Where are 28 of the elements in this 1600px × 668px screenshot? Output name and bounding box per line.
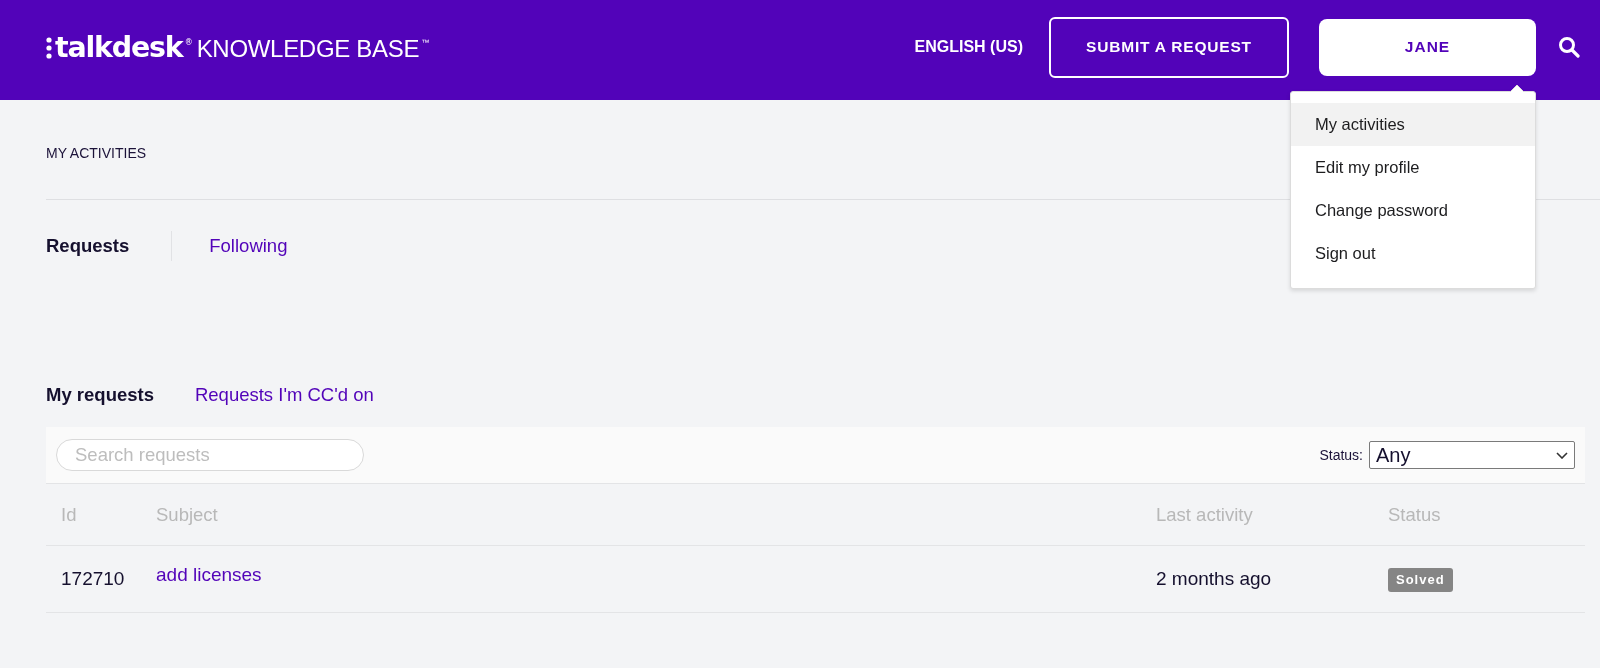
status-filter-label: Status: [1319, 447, 1363, 463]
column-header: Status [1388, 503, 1441, 526]
table-cell: 172710 [61, 568, 125, 590]
user-menu-button[interactable]: JANE [1319, 18, 1536, 76]
menu-item[interactable]: Sign out [1291, 231, 1535, 275]
section-tab[interactable]: Following [209, 235, 288, 257]
status-select[interactable]: Any [1369, 441, 1575, 469]
menu-item[interactable]: My activities [1291, 102, 1535, 146]
logo-dots-icon [46, 37, 52, 59]
request-tab[interactable]: Requests I'm CC'd on [194, 384, 374, 406]
status-badge: Solved [1388, 567, 1453, 592]
column-header: Subject [156, 503, 218, 526]
request-tab[interactable]: My requests [46, 384, 154, 406]
logo-product-name: KNOWLEDGE BASE$^{™}$ [196, 34, 430, 63]
menu-item[interactable]: Edit my profile [1291, 145, 1535, 189]
column-header: Id [61, 503, 77, 526]
table-cell: 2 months ago [1156, 568, 1272, 590]
search-requests-field[interactable]: Search requests [56, 439, 364, 471]
chevron-down-icon [1556, 451, 1568, 459]
submit-request-button[interactable]: SUBMIT A REQUEST [1049, 16, 1289, 78]
request-subject-link[interactable]: add licenses [156, 564, 262, 586]
column-header: Last activity [1156, 503, 1253, 526]
search-icon[interactable] [1558, 36, 1580, 58]
menu-item[interactable]: Change password [1291, 188, 1535, 232]
section-tab[interactable]: Requests [46, 235, 130, 257]
language-link[interactable]: ENGLISH (US) [914, 38, 1023, 56]
logo-wordmark: talkdesk$^{®}$ [55, 30, 193, 64]
page-breadcrumb: MY ACTIVITIES [46, 145, 147, 161]
